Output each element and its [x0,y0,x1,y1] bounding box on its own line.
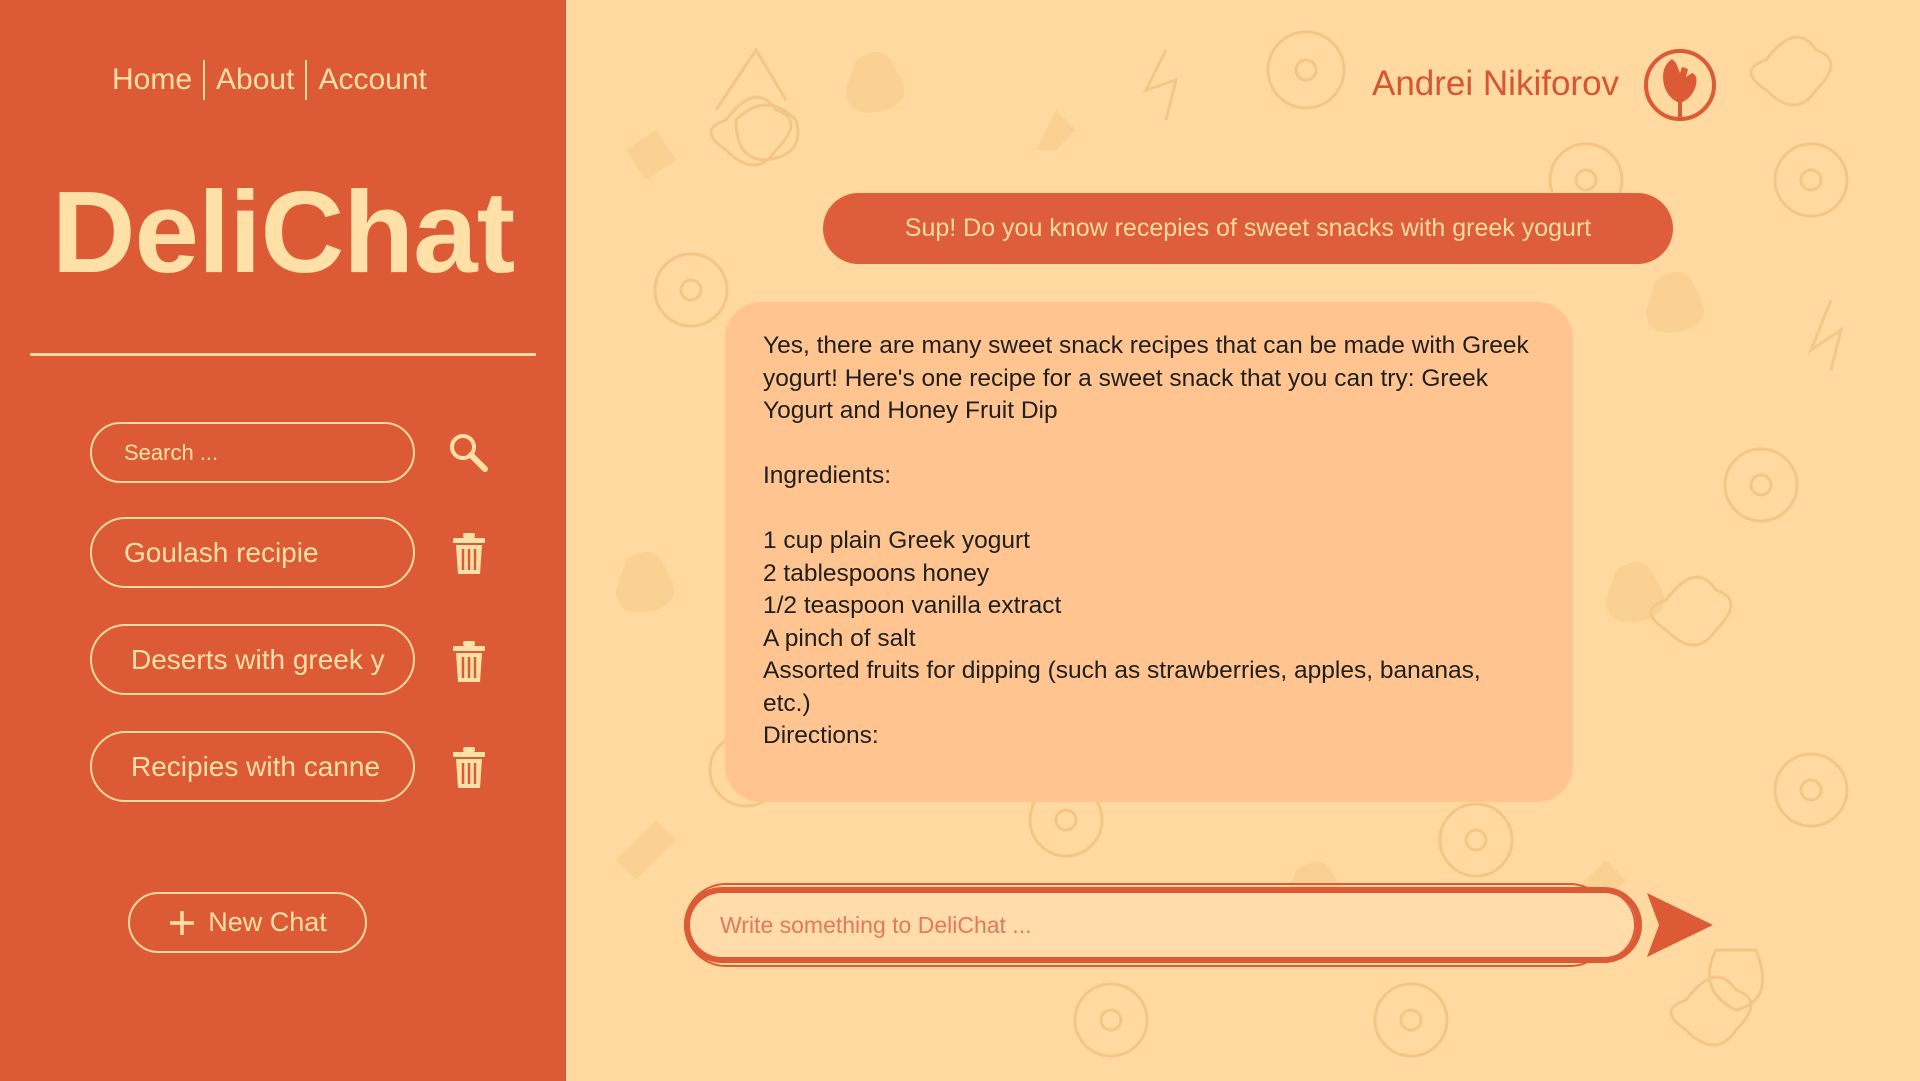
bot-message-intro: Yes, there are many sweet snack recipes … [763,332,1529,424]
ingredients-heading: Ingredients: [763,462,892,489]
bot-message-bubble: Yes, there are many sweet snack recipes … [725,302,1573,802]
top-navigation: Home About Account [112,60,427,100]
nav-link-home[interactable]: Home [112,60,192,100]
message-composer[interactable] [684,887,1642,963]
app-title: DeliChat [51,167,516,297]
user-message-bubble: Sup! Do you know recepies of sweet snack… [823,193,1673,264]
search-icon[interactable] [446,430,490,474]
new-chat-label: New Chat [208,907,327,937]
vegetable-avatar-icon[interactable] [1642,47,1718,123]
message-input[interactable] [720,911,1600,939]
trash-icon[interactable] [452,640,486,684]
ingredient-item: A pinch of salt [763,624,916,652]
ingredient-item: 2 tablespoons honey [763,559,990,587]
nav-link-account[interactable]: Account [318,60,426,100]
sidebar: Home About Account DeliChat Goulash reci… [0,0,566,1081]
trash-icon[interactable] [452,746,486,790]
user-name[interactable]: Andrei Nikiforov [1372,60,1619,108]
search-input[interactable] [124,439,384,466]
plus-icon [170,910,195,935]
ingredient-item: Assorted fruits for dipping (such as str… [763,657,1481,717]
ingredient-item: 1/2 teaspoon vanilla extract [763,592,1062,619]
chat-history-item[interactable]: Deserts with greek y [90,624,415,695]
nav-divider [305,60,308,100]
ingredient-item: 1 cup plain Greek yogurt [763,527,1030,554]
title-divider [30,353,536,356]
search-box[interactable] [90,422,415,483]
nav-divider [203,60,206,100]
nav-link-about[interactable]: About [216,60,294,100]
chat-area: Andrei Nikiforov Sup! Do you know recepi… [566,0,1920,1081]
trash-icon[interactable] [452,532,486,576]
chat-history-item[interactable]: Recipies with canne [90,731,415,802]
send-arrow-icon[interactable] [1643,889,1715,961]
directions-heading: Directions: [763,722,879,749]
new-chat-button[interactable]: New Chat [128,892,367,953]
chat-history-item[interactable]: Goulash recipie [90,517,415,588]
